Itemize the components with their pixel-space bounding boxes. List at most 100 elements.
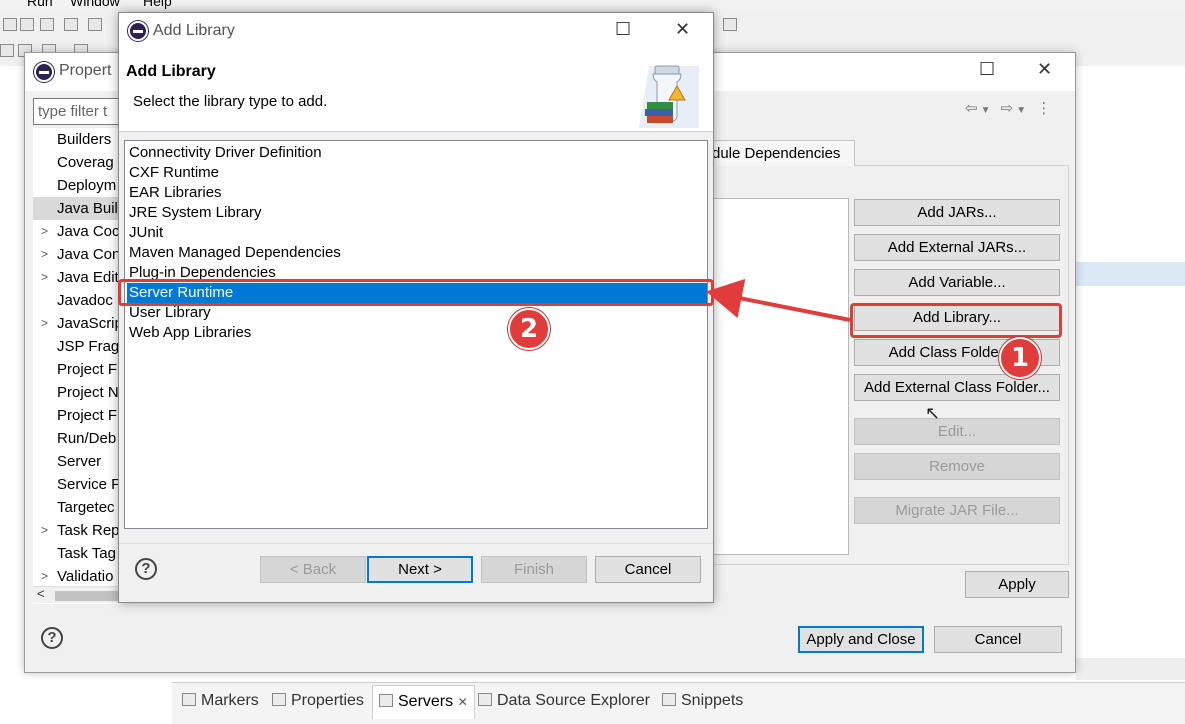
tree-item[interactable]: > Java Coc [33, 220, 123, 243]
tree-item[interactable]: > Java Edit [33, 266, 123, 289]
tree-item[interactable]: > Task Rep [33, 519, 123, 542]
expand-arrow-icon[interactable]: > [41, 519, 48, 542]
list-item[interactable]: EAR Libraries [127, 183, 707, 203]
add-jars-button[interactable]: Add JARs... [854, 199, 1060, 226]
close-icon[interactable]: ✕ [675, 19, 690, 40]
expand-arrow-icon[interactable]: > [41, 266, 48, 289]
list-item[interactable]: Maven Managed Dependencies [127, 243, 707, 263]
tab-snippets-label: Snippets [681, 692, 744, 709]
list-item[interactable]: JRE System Library [127, 203, 707, 223]
tree-item-label: Project F [57, 361, 118, 378]
menu-item-window[interactable]: Window [70, 0, 120, 9]
menu-item-help[interactable]: Help [143, 0, 172, 9]
scroll-left-icon[interactable]: < [37, 586, 45, 601]
tree-item[interactable]: Service F [33, 473, 123, 496]
menu-item-run[interactable]: Run [27, 0, 53, 9]
tree-item[interactable]: Project F [33, 404, 123, 427]
tab-markers[interactable]: Markers [182, 692, 259, 710]
tree-item-label: Java Coc [57, 223, 120, 240]
toolbar-tool-icon[interactable] [64, 18, 78, 31]
toolbar-tool-icon[interactable] [40, 18, 54, 31]
properties-tree: Builders Coverag Deploym Java Buil > Java… [33, 128, 123, 604]
tree-item-label: Run/Deb [57, 430, 117, 447]
tree-item[interactable]: Deploym [33, 174, 123, 197]
next-button[interactable]: Next > [367, 556, 473, 583]
add-variable-button[interactable]: Add Variable... [854, 269, 1060, 296]
tab-data-source-label: Data Source Explorer [497, 692, 650, 709]
eclipse-logo-icon [128, 21, 148, 41]
help-icon[interactable]: ? [41, 627, 63, 649]
toolbar-tool-icon[interactable] [20, 18, 34, 31]
edit-button[interactable]: Edit... [854, 418, 1060, 445]
maximize-icon[interactable]: ☐ [615, 19, 631, 40]
separator [119, 543, 713, 544]
tree-item[interactable]: Builders [33, 128, 123, 151]
tree-item[interactable]: Server [33, 450, 123, 473]
tree-item[interactable]: Task Tag [33, 542, 123, 565]
maximize-icon[interactable]: ☐ [979, 59, 995, 80]
tab-module-dependencies[interactable]: dule Dependencies [711, 140, 855, 166]
tree-item-label: Validatio [57, 568, 114, 585]
library-type-list[interactable]: Connectivity Driver Definition CXF Runti… [124, 140, 708, 529]
chevron-down-icon[interactable]: ▼ [1016, 105, 1029, 116]
tab-servers[interactable]: Servers ✕ [372, 685, 475, 719]
finish-button[interactable]: Finish [481, 556, 587, 583]
tree-item[interactable]: Project F [33, 358, 123, 381]
expand-arrow-icon[interactable]: > [41, 220, 48, 243]
eclipse-logo-icon [34, 62, 54, 82]
tree-item[interactable]: > Validatio [33, 565, 123, 588]
close-icon[interactable]: ✕ [1037, 59, 1052, 80]
tab-markers-label: Markers [201, 692, 259, 709]
close-icon[interactable]: ✕ [458, 695, 468, 709]
tree-item-label: Task Tag [57, 545, 116, 562]
apply-and-close-button[interactable]: Apply and Close [798, 626, 924, 653]
tree-item[interactable]: Run/Deb [33, 427, 123, 450]
back-arrow-icon[interactable]: ⇦ [965, 100, 981, 117]
tree-item[interactable]: Project N [33, 381, 123, 404]
back-button[interactable]: < Back [260, 556, 366, 583]
add-external-class-folder-button[interactable]: Add External Class Folder... [854, 374, 1060, 401]
toolbar-tool-icon[interactable] [0, 44, 14, 57]
annotation-highlight-add-library [850, 303, 1062, 338]
mouse-cursor-icon: ↖ [925, 403, 941, 423]
apply-button[interactable]: Apply [965, 571, 1069, 598]
list-item[interactable]: CXF Runtime [127, 163, 707, 183]
list-item[interactable]: JUnit [127, 223, 707, 243]
tree-item-label: Javadoc [57, 292, 113, 309]
migrate-jar-button[interactable]: Migrate JAR File... [854, 497, 1060, 524]
tree-item[interactable]: Coverag [33, 151, 123, 174]
add-external-jars-button[interactable]: Add External JARs... [854, 234, 1060, 261]
expand-arrow-icon[interactable]: > [41, 565, 48, 588]
help-icon[interactable]: ? [135, 558, 157, 580]
list-item[interactable]: Connectivity Driver Definition [127, 143, 707, 163]
expand-arrow-icon[interactable]: > [41, 243, 48, 266]
toolbar-tool-icon[interactable] [88, 18, 102, 31]
toolbar-edit-icon[interactable] [723, 18, 737, 31]
cancel-button[interactable]: Cancel [595, 556, 701, 583]
toolbar-tool-icon[interactable] [3, 18, 17, 31]
remove-button[interactable]: Remove [854, 453, 1060, 480]
tree-item-label: Java Buil [57, 200, 118, 217]
cancel-button[interactable]: Cancel [934, 626, 1062, 653]
tree-horizontal-scrollbar[interactable]: < [33, 586, 123, 603]
tree-item[interactable]: > JavaScrip [33, 312, 123, 335]
tree-item[interactable]: > Java Con [33, 243, 123, 266]
tab-snippets[interactable]: Snippets [662, 692, 743, 710]
filter-input[interactable]: type filter t [33, 98, 123, 125]
expand-arrow-icon[interactable]: > [41, 312, 48, 335]
tab-data-source-explorer[interactable]: Data Source Explorer [478, 692, 650, 710]
chevron-down-icon[interactable]: ▼ [981, 105, 994, 116]
forward-arrow-icon[interactable]: ⇨ [1001, 100, 1017, 117]
list-item[interactable]: Web App Libraries [127, 323, 707, 343]
tree-item[interactable]: Targetec [33, 496, 123, 519]
more-menu-icon[interactable]: ⋮ [1036, 100, 1054, 117]
tab-properties[interactable]: Properties [272, 692, 364, 710]
scrollbar-thumb[interactable] [55, 591, 123, 601]
classpath-list[interactable] [711, 198, 849, 555]
tree-item-label: Targetec [57, 499, 115, 516]
tree-item[interactable]: JSP Frag [33, 335, 123, 358]
tree-item[interactable]: Javadoc [33, 289, 123, 312]
tree-item-selected[interactable]: Java Buil [33, 197, 123, 220]
list-item[interactable]: User Library [127, 303, 707, 323]
tree-item-label: Server [57, 453, 102, 470]
